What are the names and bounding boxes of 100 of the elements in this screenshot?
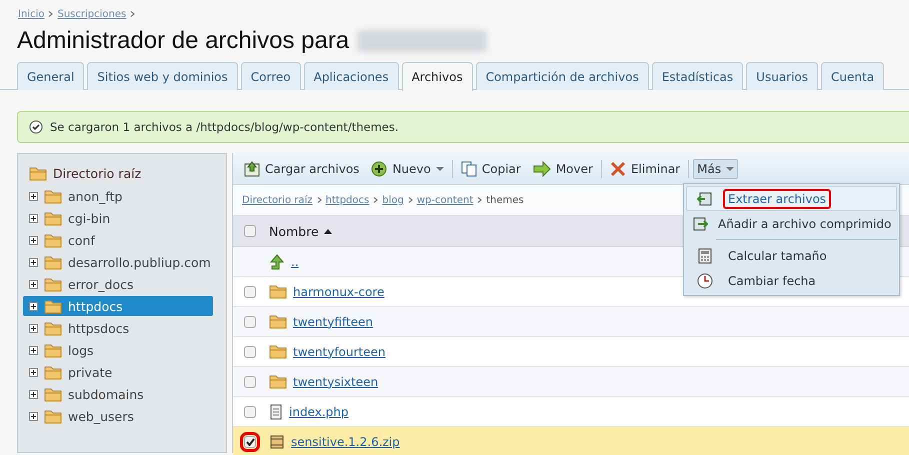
chevron-icon <box>477 197 482 203</box>
file-row[interactable]: sensitive.1.2.6.zip <box>233 427 909 455</box>
expand-icon <box>29 368 38 376</box>
tree-item[interactable]: cgi-bin <box>23 208 213 228</box>
row-checkbox[interactable] <box>244 376 256 388</box>
folder-icon <box>44 276 62 292</box>
extract-icon <box>697 190 713 206</box>
tree-item[interactable]: private <box>23 362 213 382</box>
row-checkbox[interactable] <box>244 346 256 358</box>
folder-icon <box>29 166 47 180</box>
chevron-icon <box>373 197 378 203</box>
tab[interactable]: General <box>17 62 84 90</box>
toolbar-button[interactable]: Cargar archivos <box>240 158 364 180</box>
folder-icon <box>44 254 62 270</box>
row-checkbox[interactable] <box>244 406 256 418</box>
file-link[interactable]: sensitive.1.2.6.zip <box>291 434 400 448</box>
row-checkbox[interactable] <box>244 316 256 328</box>
folder-icon <box>44 386 62 402</box>
folder-icon <box>269 374 287 389</box>
toolbar-button[interactable]: Copiar <box>456 158 525 180</box>
delete-icon <box>610 160 626 176</box>
folder-icon <box>44 320 62 336</box>
toolbar-button[interactable]: Eliminar <box>606 158 684 180</box>
upload-icon <box>244 160 260 176</box>
plus-icon <box>371 160 388 176</box>
folder-icon <box>269 314 287 329</box>
folder-icon <box>44 232 62 248</box>
expand-icon <box>29 346 38 354</box>
chevron-icon <box>130 11 136 17</box>
breadcrumb-link[interactable]: Suscripciones <box>57 8 126 20</box>
tree-item[interactable]: httpsdocs <box>23 318 213 338</box>
expand-icon <box>29 390 38 398</box>
tab[interactable]: Cuenta <box>821 62 884 90</box>
tab[interactable]: Compartición de archivos <box>476 62 649 90</box>
folder-icon <box>44 364 62 380</box>
document-icon <box>269 404 283 420</box>
path-link[interactable]: wp-content <box>416 194 474 206</box>
path-link[interactable]: blog <box>382 194 404 206</box>
compress-icon <box>692 216 708 232</box>
breadcrumb-link[interactable]: Inicio <box>18 8 44 20</box>
check-circle-icon <box>29 120 43 134</box>
tree-item[interactable]: desarrollo.publiup.com <box>23 252 213 272</box>
arrow-icon <box>532 160 551 176</box>
folder-icon <box>44 298 62 314</box>
tree-item[interactable]: httpdocs <box>23 296 213 316</box>
expand-icon <box>29 214 38 222</box>
folder-icon <box>269 344 287 359</box>
file-link[interactable]: twentyfourteen <box>293 344 386 358</box>
folder-icon <box>44 188 62 204</box>
checkmark-icon <box>246 438 254 446</box>
chevron-icon <box>48 11 54 17</box>
success-message: Se cargaron 1 archivos a /httpdocs/blog/wp-content/themes. <box>50 120 398 134</box>
expand-icon <box>29 258 38 266</box>
tree-item[interactable]: conf <box>23 230 213 250</box>
expand-icon <box>29 302 38 310</box>
archive-icon <box>269 434 285 450</box>
file-link[interactable]: index.php <box>289 404 348 418</box>
select-all-checkbox[interactable] <box>244 225 256 237</box>
up-arrow-icon <box>269 254 285 270</box>
tab[interactable]: Archivos <box>402 62 473 91</box>
chevron-icon <box>316 197 322 203</box>
chevron-icon <box>408 197 413 203</box>
menu-item[interactable]: Añadir a archivo comprimido <box>686 211 897 236</box>
file-row[interactable]: twentyfifteen <box>233 307 909 337</box>
folder-icon <box>44 408 62 424</box>
tab[interactable]: Aplicaciones <box>304 62 399 90</box>
expand-icon <box>29 280 38 288</box>
page-title: Administrador de archivos para <box>17 27 350 55</box>
path-link[interactable]: Directorio raíz <box>242 194 313 206</box>
file-row[interactable]: twentysixteen <box>233 367 909 397</box>
current-folder: themes <box>486 194 524 206</box>
menu-item[interactable]: Extraer archivos <box>686 186 897 211</box>
folder-icon <box>269 284 287 299</box>
toolbar-button[interactable]: Mover <box>528 158 597 180</box>
folder-icon <box>44 342 62 358</box>
tree-root-item[interactable]: Directorio raíz <box>23 162 226 184</box>
tree-item[interactable]: anon_ftp <box>23 186 213 206</box>
row-checkbox[interactable] <box>244 286 256 298</box>
column-header[interactable]: Nombre <box>269 224 332 238</box>
path-link[interactable]: httpdocs <box>326 194 370 206</box>
file-link[interactable]: harmonux-core <box>293 284 384 298</box>
file-link[interactable]: twentyfifteen <box>293 314 373 328</box>
toolbar-button[interactable]: Nuevo <box>367 158 448 180</box>
expand-icon <box>29 324 38 332</box>
folder-icon <box>44 210 62 226</box>
tab[interactable]: Usuarios <box>746 62 818 90</box>
tree-item[interactable]: web_users <box>23 406 213 426</box>
clock-icon <box>697 272 713 288</box>
tab[interactable]: Correo <box>240 62 301 90</box>
expand-icon <box>29 192 38 200</box>
file-link[interactable]: twentysixteen <box>293 374 378 388</box>
tree-item[interactable]: subdomains <box>23 384 213 404</box>
tree-item[interactable]: error_docs <box>23 274 213 294</box>
expand-icon <box>29 236 38 244</box>
tree-item[interactable]: logs <box>23 340 213 360</box>
tab[interactable]: Estadísticas <box>652 62 744 90</box>
tab[interactable]: Sitios web y dominios <box>87 62 238 90</box>
toolbar-button[interactable]: Más <box>693 158 738 178</box>
file-link[interactable]: .. <box>291 254 299 268</box>
expand-icon <box>29 412 38 420</box>
